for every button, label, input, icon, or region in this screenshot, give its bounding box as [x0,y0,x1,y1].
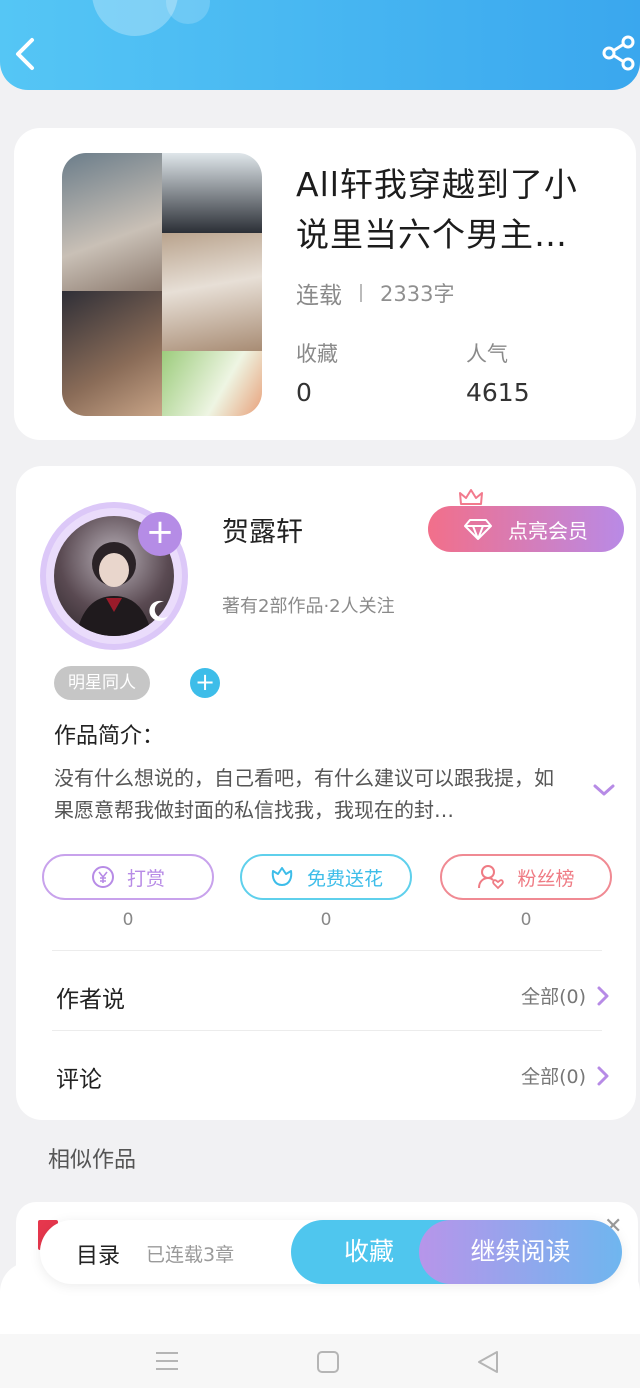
intro-label: 作品简介： [54,724,165,749]
cover-tile [62,153,162,291]
popularity-label: 人气 [466,342,508,366]
table-of-contents-button[interactable]: 目录 [76,1238,120,1270]
author-says-all-link[interactable]: 全部(0) [521,982,610,1009]
fans-ranking-button[interactable]: 粉丝榜 [440,854,612,900]
flower-icon [271,867,293,886]
flower-count: 0 [320,910,332,930]
moon-icon [149,600,168,621]
chapters-count: 已连载3章 [146,1244,235,1266]
comments-all-label: 全部(0) [521,1066,586,1088]
free-flower-label: 免费送花 [306,867,383,890]
chevron-down-icon[interactable] [592,782,616,798]
back-button[interactable] [8,30,44,78]
book-info-card: All轩我穿越到了小说里当六个男主… 连载 2333字 收藏 0 人气 4615 [14,128,636,440]
fans-ranking-label: 粉丝榜 [517,867,575,890]
chevron-left-icon [16,38,34,70]
author-card: + 贺露轩 著有2部作品·2人关注 点亮会员 明星同人 + 作品简介： 没有什么… [16,466,636,1120]
cover-tile [162,351,262,416]
genre-tag[interactable]: 明星同人 [54,666,150,700]
book-title: All轩我穿越到了小说里当六个男主… [296,165,578,254]
similar-works-heading: 相似作品 [48,1148,137,1173]
menu-icon[interactable] [154,1350,180,1372]
author-says-title: 作者说 [56,987,125,1013]
reward-label: 打赏 [126,867,165,890]
bottom-action-bar: 目录 已连载3章 收藏 继续阅读 [40,1220,622,1284]
diamond-icon [464,519,492,540]
chevron-right-icon [597,1066,609,1085]
free-flower-button[interactable]: 免费送花 [240,854,412,900]
continue-reading-button[interactable]: 继续阅读 [419,1220,622,1284]
cover-tile [62,291,162,416]
decor-bubble [92,0,178,36]
crown-icon [459,489,483,505]
add-tag-button[interactable]: + [190,668,220,698]
follow-plus-button[interactable]: + [138,512,182,556]
favorites-label: 收藏 [296,342,338,366]
share-icon [602,35,635,71]
light-up-vip-button[interactable]: 点亮会员 [428,506,624,552]
reward-count: 0 [122,910,134,930]
square-home-icon[interactable] [316,1350,340,1374]
book-word-count: 2333字 [380,282,455,306]
comments-all-link[interactable]: 全部(0) [521,1062,610,1089]
reward-button[interactable]: 打赏 [42,854,214,900]
book-cover-image[interactable] [62,153,262,416]
meta-divider [360,284,362,302]
favorites-value: 0 [296,378,312,407]
decor-bubble [166,0,210,24]
comments-title: 评论 [56,1067,102,1093]
author-summary: 著有2部作品·2人关注 [222,596,395,617]
fans-count: 0 [520,910,532,930]
fans-user-icon [478,865,505,890]
system-navigation-bar [0,1334,640,1388]
author-says-all-label: 全部(0) [521,986,586,1008]
top-header [0,0,640,90]
chevron-right-icon [597,986,609,1005]
divider [52,1030,602,1031]
triangle-back-icon[interactable] [476,1350,500,1374]
yen-coin-icon [91,866,114,888]
cover-tile [162,153,262,233]
divider [52,950,602,951]
popularity-value: 4615 [466,378,530,407]
intro-text: 没有什么想说的，自己看吧，有什么建议可以跟我提，如果愿意帮我做封面的私信找我，我… [54,766,554,822]
cover-tile [162,233,262,351]
share-button[interactable] [600,34,638,72]
author-name[interactable]: 贺露轩 [222,510,303,549]
book-meta: 连载 2333字 [296,276,454,310]
vip-label: 点亮会员 [508,518,588,543]
favorites-button-label: 收藏 [343,1237,394,1266]
book-status: 连载 [296,283,342,309]
